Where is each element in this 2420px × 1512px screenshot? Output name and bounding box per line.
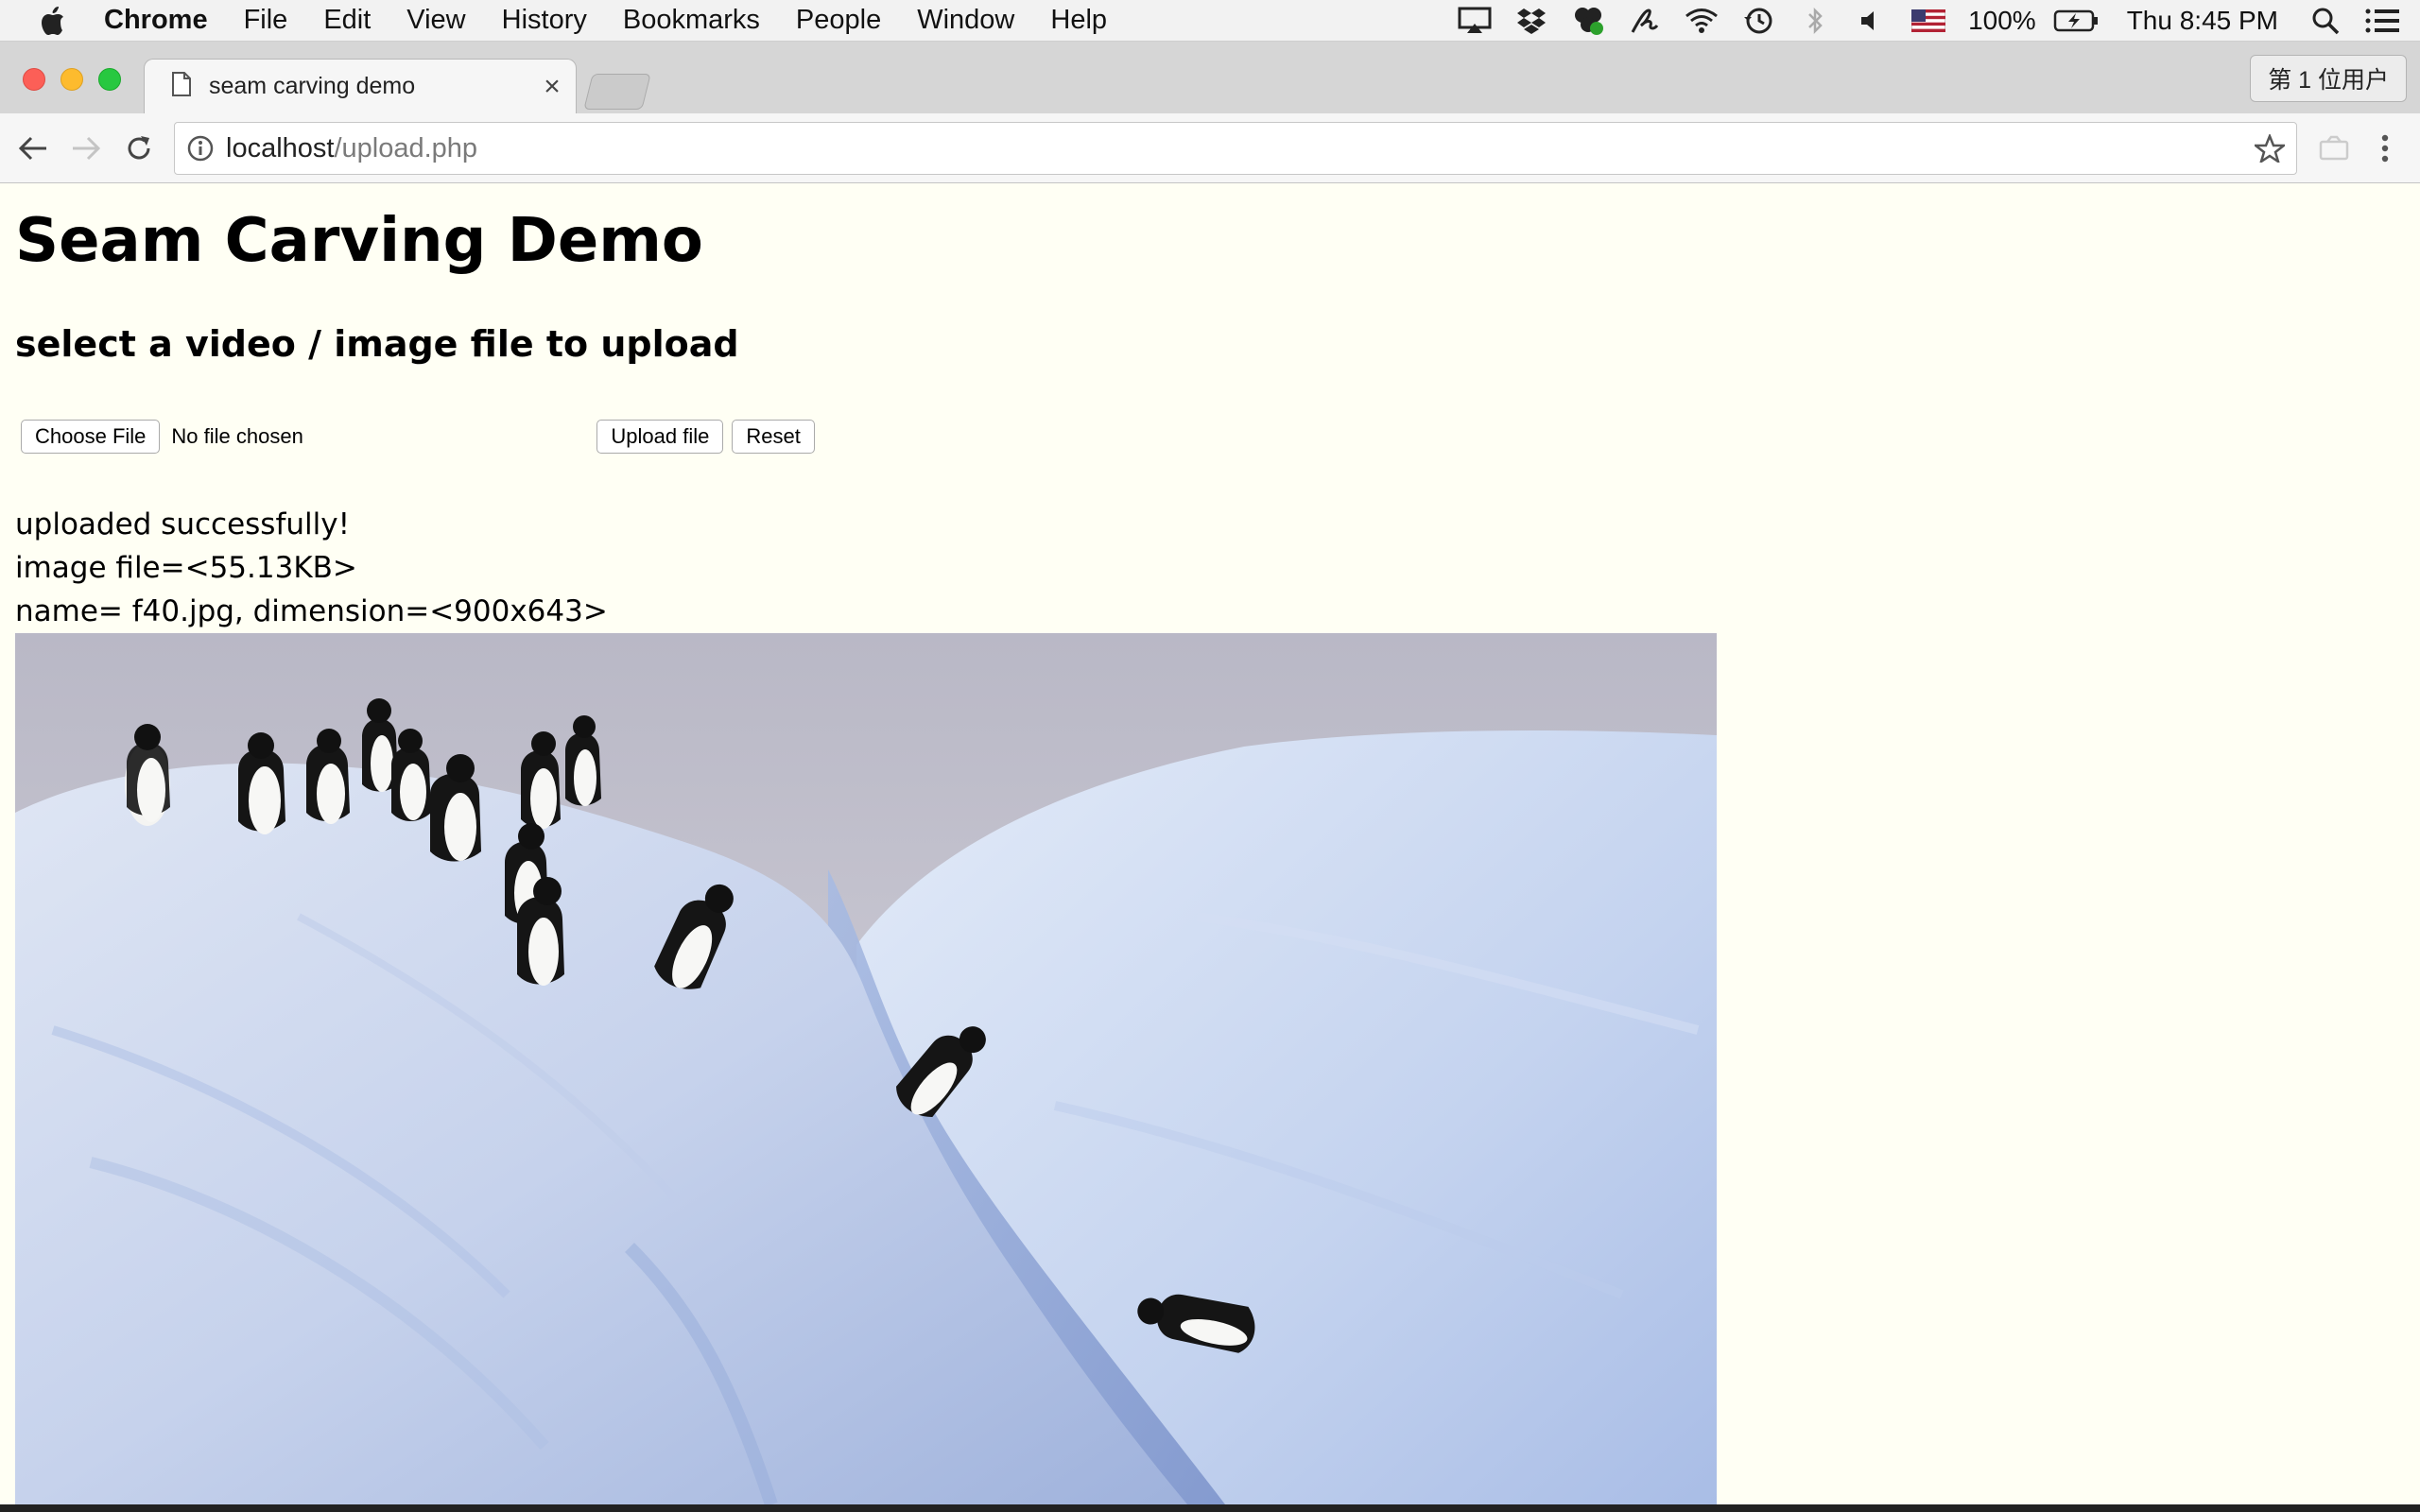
us-flag-input-icon[interactable] [1900, 0, 1957, 42]
back-arrow-icon[interactable] [11, 127, 55, 170]
wifi-icon[interactable] [1673, 0, 1730, 42]
menu-app-chrome[interactable]: Chrome [104, 5, 226, 36]
menu-bookmarks[interactable]: Bookmarks [605, 5, 778, 36]
reset-button[interactable]: Reset [732, 420, 815, 454]
menu-file[interactable]: File [226, 5, 306, 36]
site-info-icon[interactable] [175, 135, 226, 162]
airplay-icon[interactable] [1446, 0, 1503, 42]
window-bottom-edge [0, 1504, 2420, 1512]
address-bar[interactable]: localhost/upload.php [174, 122, 2297, 175]
url-path: /upload.php [334, 132, 478, 163]
chrome-menu-icon[interactable] [2363, 127, 2407, 170]
menu-people[interactable]: People [778, 5, 899, 36]
bluetooth-icon[interactable] [1787, 0, 1843, 42]
tab-title: seam carving demo [209, 73, 416, 99]
window-minimize-button[interactable] [60, 68, 83, 91]
bookmark-star-icon[interactable] [2243, 134, 2296, 163]
browser-toolbar: localhost/upload.php [0, 113, 2420, 183]
upload-result: uploaded successfully! image file=<55.13… [15, 503, 608, 633]
screen: Chrome File Edit View History Bookmarks … [0, 0, 2420, 1512]
menu-window[interactable]: Window [899, 5, 1032, 36]
result-status-line: uploaded successfully! [15, 507, 351, 541]
new-tab-button[interactable] [583, 74, 651, 110]
acrobat-sign-icon[interactable] [1616, 0, 1673, 42]
upload-form: Choose File No file chosen Upload file R… [21, 420, 815, 454]
file-status-text: No file chosen [171, 424, 303, 448]
upload-file-button[interactable]: Upload file [596, 420, 724, 454]
choose-file-button[interactable]: Choose File [21, 420, 161, 454]
tab-close-icon[interactable]: × [528, 71, 576, 103]
url-text[interactable]: localhost/upload.php [226, 133, 2243, 164]
battery-charging-icon[interactable] [2048, 0, 2104, 42]
menubar-clock[interactable]: Thu 8:45 PM [2104, 6, 2297, 36]
spotlight-search-icon[interactable] [2297, 0, 2354, 42]
forward-arrow-icon[interactable] [64, 127, 108, 170]
url-host: localhost [226, 132, 335, 163]
reload-icon[interactable] [117, 127, 161, 170]
upload-instruction: select a video / image file to upload [15, 323, 739, 365]
time-machine-icon[interactable] [1730, 0, 1787, 42]
macos-menu-bar: Chrome File Edit View History Bookmarks … [0, 0, 2420, 42]
battery-percent: 100% [1968, 5, 2036, 35]
volume-icon[interactable] [1843, 0, 1900, 42]
web-page-content: Seam Carving Demo select a video / image… [0, 183, 2420, 1504]
window-zoom-button[interactable] [98, 68, 121, 91]
result-name-line: name= f40.jpg, dimension=<900x643> [15, 594, 608, 628]
dropbox-icon[interactable] [1503, 0, 1560, 42]
apple-menu-icon[interactable] [0, 6, 104, 36]
document-icon [171, 71, 192, 102]
menu-history[interactable]: History [484, 5, 605, 36]
notification-center-icon[interactable] [2354, 0, 2411, 42]
menu-edit[interactable]: Edit [305, 5, 389, 36]
uploaded-penguin-photo [15, 633, 1717, 1504]
result-size-line: image file=<55.13KB> [15, 551, 357, 585]
tab-seam-carving-demo[interactable]: seam carving demo × [144, 59, 577, 113]
window-close-button[interactable] [23, 68, 45, 91]
profile-user-button[interactable]: 第 1 位用户 [2250, 55, 2407, 102]
menu-view[interactable]: View [389, 5, 483, 36]
sync-app-icon[interactable] [1560, 0, 1616, 42]
menu-help[interactable]: Help [1032, 5, 1125, 36]
browser-tab-strip: seam carving demo × 第 1 位用户 [0, 42, 2420, 113]
menubar-status-area: 100% Thu 8:45 PM [1446, 0, 2420, 42]
page-title: Seam Carving Demo [15, 206, 703, 276]
cast-extension-icon[interactable] [2312, 127, 2356, 170]
